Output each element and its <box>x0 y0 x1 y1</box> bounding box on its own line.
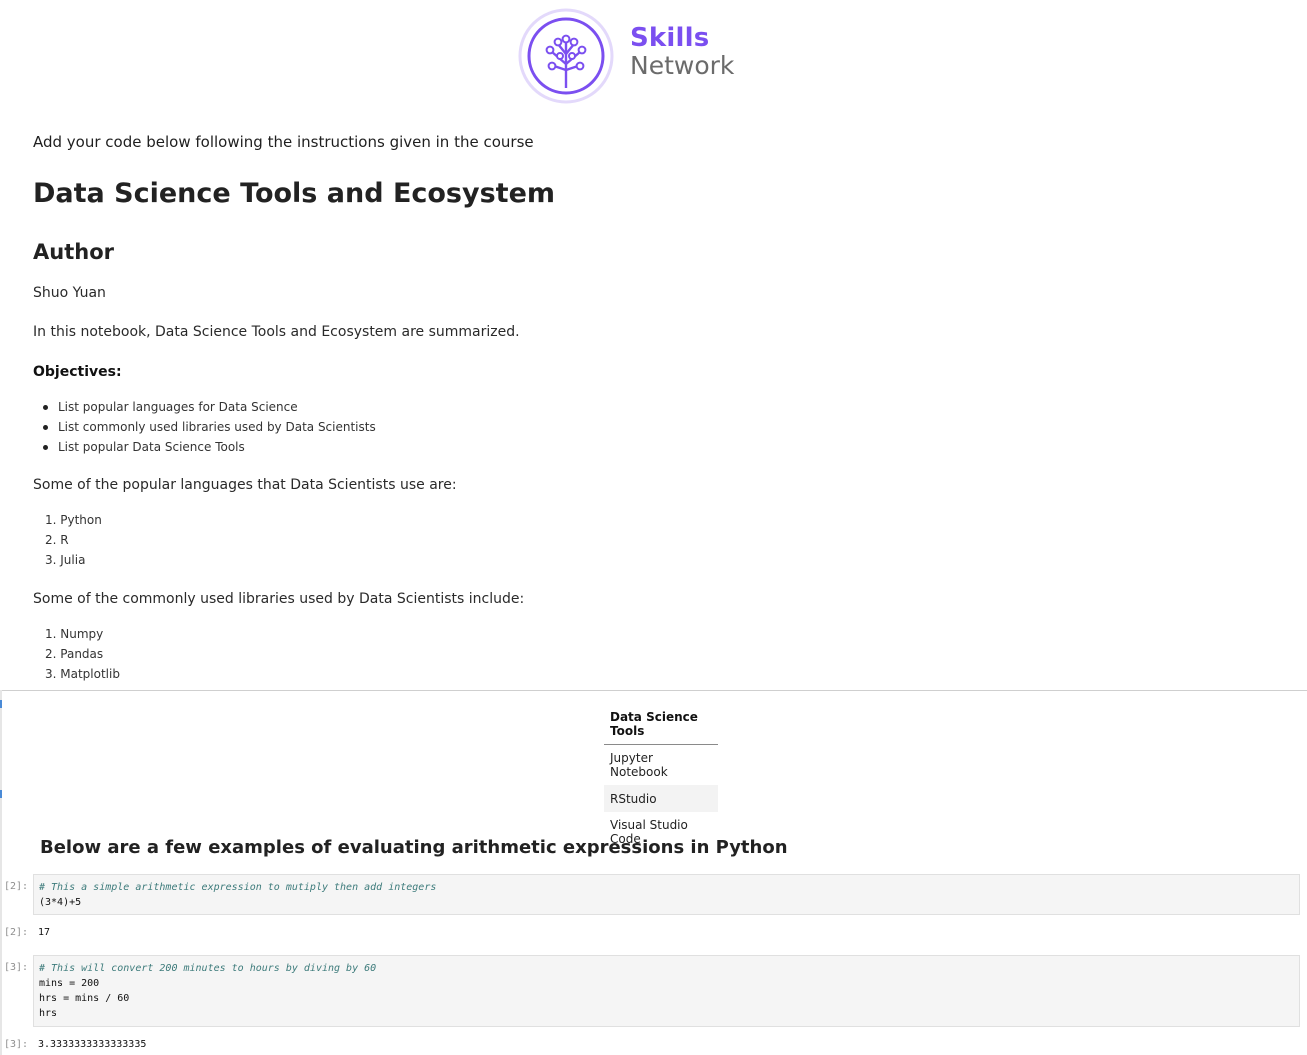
author-heading: Author <box>33 240 114 264</box>
tools-table-header: Data Science Tools <box>604 704 718 745</box>
intro-text: Add your code below following the instru… <box>33 133 534 151</box>
tools-table: Data Science Tools Jupyter Notebook RStu… <box>604 704 718 852</box>
table-row: Jupyter Notebook <box>604 745 718 786</box>
logo-network-text: Network <box>630 51 735 80</box>
libraries-list: 1. Numpy 2. Pandas 3. Matplotlib <box>33 624 120 684</box>
languages-intro: Some of the popular languages that Data … <box>33 477 457 493</box>
languages-list: 1. Python 2. R 3. Julia <box>33 510 102 570</box>
list-item: List popular Data Science Tools <box>33 437 376 457</box>
skills-network-logo: Skills Network <box>518 8 758 104</box>
arithmetic-heading: Below are a few examples of evaluating a… <box>40 837 788 858</box>
cell-edge-marker <box>0 700 2 708</box>
list-item: 3. Matplotlib <box>45 667 120 681</box>
list-item: 3. Julia <box>45 553 86 567</box>
table-cell: Jupyter Notebook <box>610 751 668 779</box>
list-item: List commonly used libraries used by Dat… <box>33 417 376 437</box>
logo-skills-text: Skills <box>630 23 710 53</box>
list-item: 2. Pandas <box>45 647 104 661</box>
input-prompt: [2]: <box>4 881 29 892</box>
code-cell-input[interactable]: # This will convert 200 minutes to hours… <box>33 955 1300 1027</box>
cell-divider <box>0 690 1307 691</box>
list-item: List popular languages for Data Science <box>33 397 376 417</box>
author-name: Shuo Yuan <box>33 285 106 301</box>
output-prompt: [2]: <box>4 927 29 938</box>
page-title: Data Science Tools and Ecosystem <box>33 178 556 209</box>
code-line: mins = 200 <box>39 978 100 989</box>
table-cell: RStudio <box>604 785 718 812</box>
table-row: RStudio <box>604 785 718 812</box>
input-prompt: [3]: <box>4 962 29 973</box>
code-line: hrs = mins / 60 <box>39 993 130 1004</box>
code-cell-output: 17 <box>38 927 51 938</box>
tree-network-icon <box>518 8 614 104</box>
list-item: 2. R <box>45 533 69 547</box>
cell-edge-bar <box>0 690 2 1055</box>
objectives-list: List popular languages for Data Science … <box>33 397 376 457</box>
code-cell-output: 3.3333333333333335 <box>38 1039 147 1050</box>
list-item: 1. Python <box>45 513 102 527</box>
code-comment: # This a simple arithmetic expression to… <box>39 882 437 893</box>
code-cell-input[interactable]: # This a simple arithmetic expression to… <box>33 874 1300 915</box>
libraries-intro: Some of the commonly used libraries used… <box>33 591 525 607</box>
code-line: hrs <box>39 1008 58 1019</box>
objectives-heading: Objectives: <box>33 364 122 380</box>
list-item: 1. Numpy <box>45 627 104 641</box>
code-line: (3*4)+5 <box>39 897 82 908</box>
code-comment: # This will convert 200 minutes to hours… <box>39 963 377 974</box>
output-prompt: [3]: <box>4 1039 29 1050</box>
cell-edge-marker <box>0 790 2 798</box>
summary-text: In this notebook, Data Science Tools and… <box>33 324 520 340</box>
